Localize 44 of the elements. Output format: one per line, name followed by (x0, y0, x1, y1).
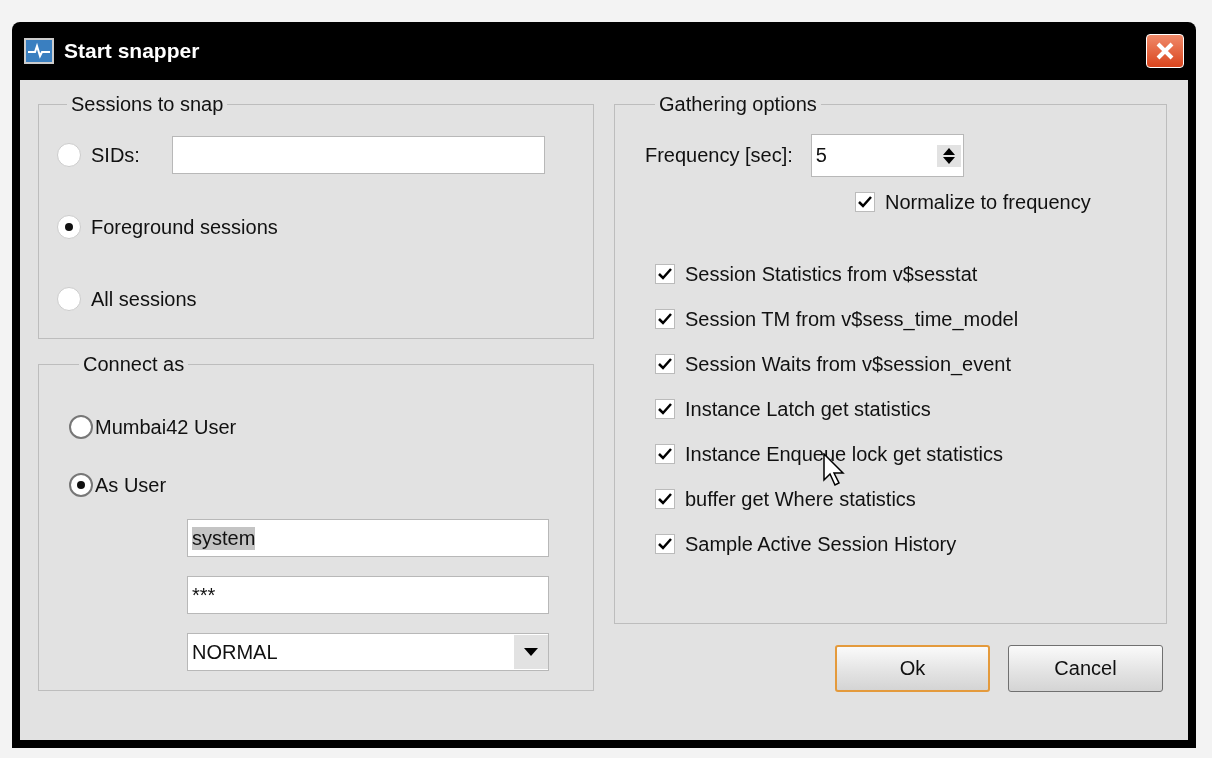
password-field[interactable]: *** (187, 576, 549, 614)
radio-label: Foreground sessions (91, 215, 278, 239)
radio-button[interactable] (57, 287, 81, 311)
checkbox[interactable] (655, 489, 675, 509)
radio-label: All sessions (91, 287, 197, 311)
checkbox-label: Normalize to frequency (885, 190, 1091, 214)
radio-label: SIDs: (91, 143, 140, 167)
checkbox-label: Instance Enqueue lock get statistics (685, 442, 1003, 466)
checkbox[interactable] (655, 264, 675, 284)
frequency-spinner[interactable]: 5 (810, 134, 964, 177)
radio-button[interactable] (57, 215, 81, 239)
dialog-button[interactable]: Cancel (1008, 645, 1163, 692)
checkbox[interactable] (655, 354, 675, 374)
dropdown-arrow-icon (524, 648, 538, 656)
sids-field[interactable] (171, 136, 545, 174)
checkbox-label: Session Statistics from v$sesstat (685, 262, 978, 286)
radio-button[interactable] (69, 415, 93, 439)
radio-label: Mumbai42 User (95, 415, 237, 439)
checkbox[interactable] (655, 399, 675, 419)
close-button[interactable] (1146, 34, 1184, 68)
radio-label: As User (95, 473, 167, 497)
group-title: Sessions to snap (70, 93, 225, 116)
checkbox-label: Sample Active Session History (685, 532, 957, 556)
username-field[interactable]: system (187, 519, 549, 557)
radio-button[interactable] (57, 143, 81, 167)
group-title: Connect as (82, 353, 186, 376)
checkbox-label: Instance Latch get statistics (685, 397, 931, 421)
frequency-label: Frequency [sec]: (645, 144, 793, 167)
up-arrow-icon[interactable] (942, 147, 955, 155)
checkbox[interactable] (655, 444, 675, 464)
checkbox-label: Session TM from v$sess_time_model (685, 307, 1019, 331)
app-icon (24, 38, 54, 64)
window-title: Start snapper (64, 39, 200, 63)
checkbox[interactable] (855, 192, 875, 212)
checkbox[interactable] (655, 309, 675, 329)
down-arrow-icon[interactable] (942, 156, 955, 164)
checkbox-label: Session Waits from v$session_event (685, 352, 1012, 376)
radio-button[interactable] (69, 473, 93, 497)
dialog-button[interactable]: Ok (835, 645, 990, 692)
role-dropdown[interactable]: NORMAL (187, 633, 549, 671)
close-icon (1155, 41, 1175, 61)
group-title: Gathering options (658, 93, 818, 116)
checkbox-label: buffer get Where statistics (685, 487, 916, 511)
checkbox[interactable] (655, 534, 675, 554)
